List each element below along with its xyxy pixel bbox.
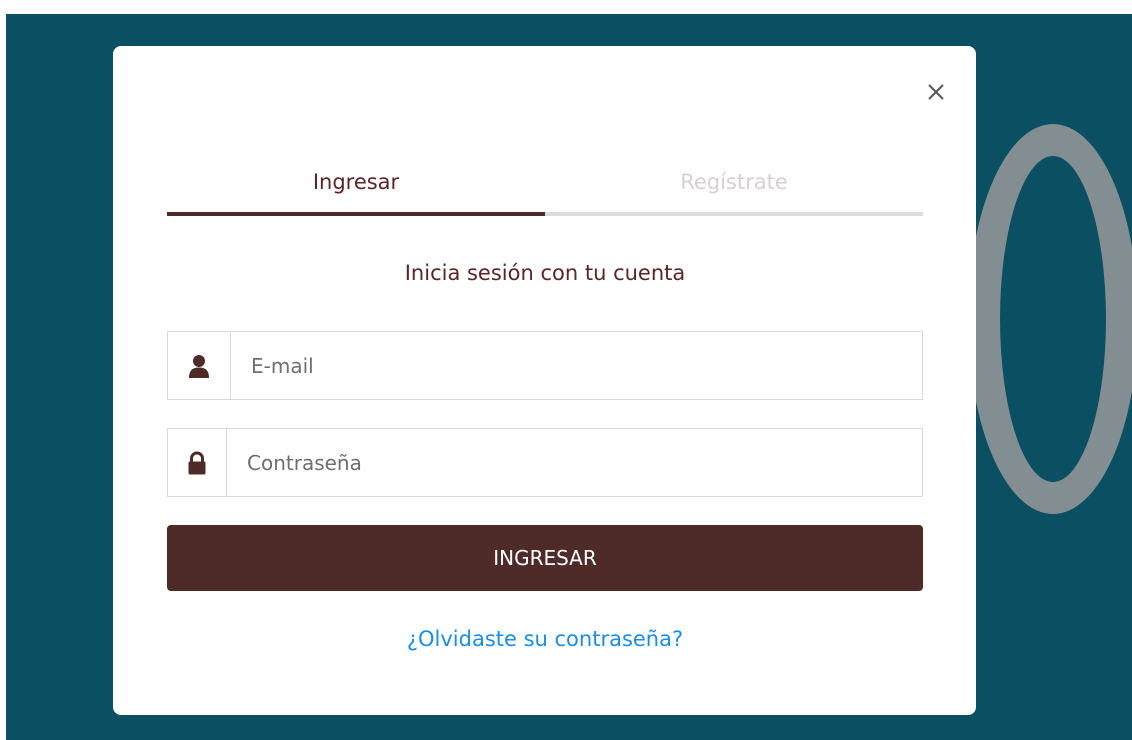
close-button[interactable] — [926, 82, 946, 102]
top-caption-cropped — [0, 0, 1132, 12]
email-field — [167, 331, 923, 400]
user-icon — [189, 354, 209, 378]
ingresar-button[interactable]: INGRESAR — [167, 525, 923, 591]
close-icon — [928, 84, 944, 100]
auth-tabs: Ingresar Regístrate — [167, 162, 923, 216]
password-addon — [168, 429, 227, 496]
password-field — [167, 428, 923, 497]
login-subtitle: Inicia sesión con tu cuenta — [404, 261, 686, 285]
tab-registrate[interactable]: Regístrate — [545, 162, 923, 216]
forgot-password-link[interactable]: ¿Olvidaste su contraseña? — [167, 624, 923, 654]
login-modal: Ingresar Regístrate Inicia sesión con tu… — [113, 46, 976, 715]
tab-ingresar[interactable]: Ingresar — [167, 162, 545, 216]
email-input[interactable] — [231, 332, 922, 399]
lock-icon — [188, 451, 206, 474]
email-addon — [168, 332, 231, 399]
password-input[interactable] — [227, 429, 922, 496]
tab-underline-active — [167, 212, 545, 216]
background-decoration — [968, 124, 1132, 514]
